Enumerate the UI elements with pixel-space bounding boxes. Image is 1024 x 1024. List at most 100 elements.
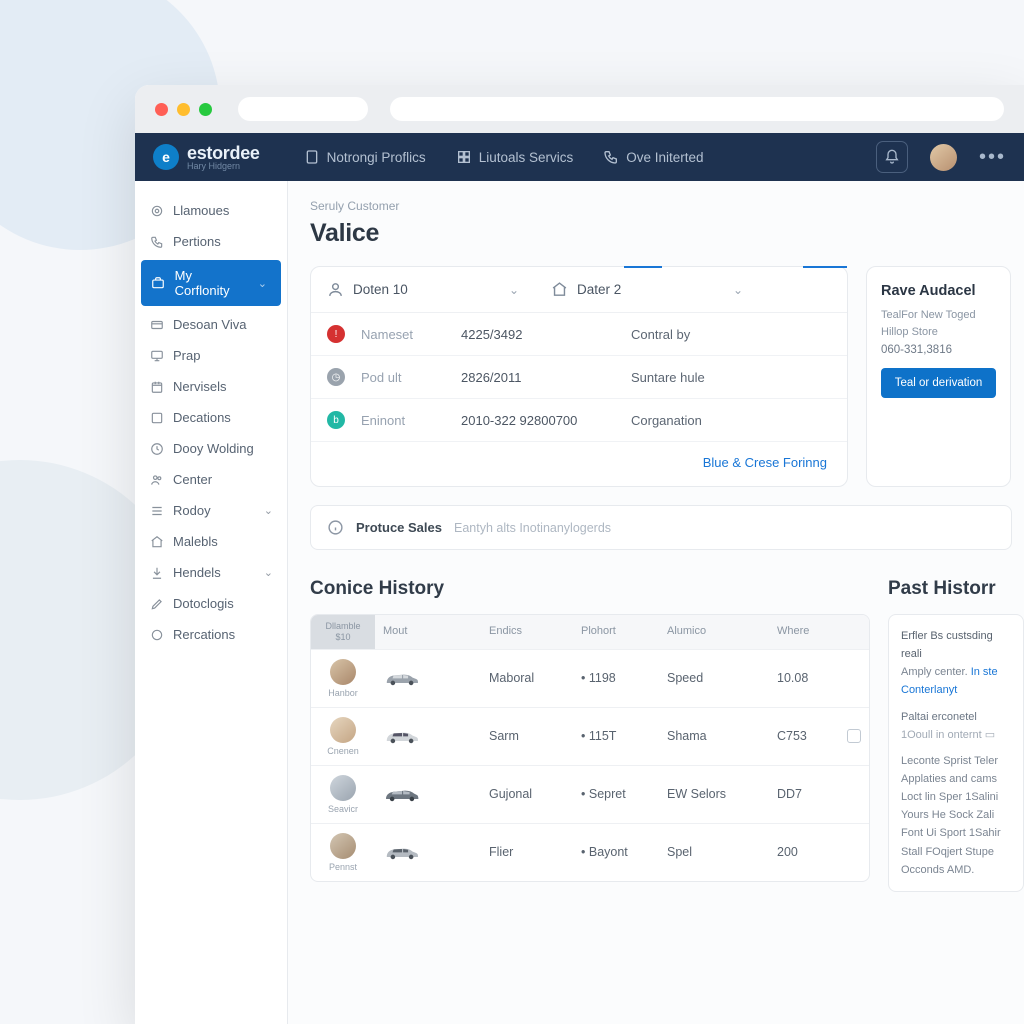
cell: 10.08 bbox=[769, 665, 839, 691]
detail-label: Eninont bbox=[361, 413, 461, 428]
person-icon bbox=[327, 281, 344, 298]
avatar-icon bbox=[330, 717, 356, 743]
chevron-down-icon: ⌄ bbox=[258, 277, 267, 290]
page-title: Valice bbox=[310, 219, 1024, 248]
tab-indicator bbox=[624, 266, 662, 268]
detail-footer: Blue & Crese Forinng bbox=[311, 442, 847, 486]
sidebar-item-decations[interactable]: Decations bbox=[135, 402, 287, 433]
past-link[interactable]: Conterlanyt bbox=[901, 684, 957, 696]
notifications-button[interactable] bbox=[876, 141, 908, 173]
detail-value: 2010-322 92800700 bbox=[461, 413, 631, 428]
tab-label: Doten 10 bbox=[353, 282, 408, 297]
brand[interactable]: e estordee Hary Hidgern bbox=[153, 143, 260, 171]
close-dot[interactable] bbox=[155, 103, 168, 116]
table-header-cell[interactable]: Endics bbox=[481, 615, 573, 649]
bell-icon bbox=[884, 149, 900, 165]
row-name: Seavicr bbox=[328, 804, 358, 814]
status-dot-icon: ◷ bbox=[327, 368, 345, 386]
promo-cta-button[interactable]: Teal or derivation bbox=[881, 368, 996, 398]
past-panel: Erfler Bs custsding reali Amply center. … bbox=[888, 614, 1024, 892]
sidebar-label: Nervisels bbox=[173, 379, 226, 394]
circle-icon bbox=[149, 627, 164, 642]
nav-services[interactable]: Liutoals Servics bbox=[456, 149, 574, 165]
past-link[interactable]: In ste bbox=[971, 666, 998, 678]
window-titlebar bbox=[135, 85, 1024, 133]
table-header: Dllamble$10 Mout Endics Plohort Alumico … bbox=[311, 615, 869, 649]
briefcase-icon bbox=[151, 276, 166, 291]
table-header-cell[interactable]: Alumico bbox=[659, 615, 769, 649]
info-icon bbox=[327, 519, 344, 536]
sidebar-item-malebls[interactable]: Malebls bbox=[135, 526, 287, 557]
nav-profiles[interactable]: Notrongi Proflics bbox=[304, 149, 426, 165]
sidebar-label: Hendels bbox=[173, 565, 221, 580]
past-line: Erfler Bs custsding reali bbox=[901, 627, 1011, 663]
calendar-icon bbox=[149, 379, 164, 394]
banner[interactable]: Protuce Sales Eantyh alts Inotinanyloger… bbox=[310, 505, 1012, 550]
more-menu[interactable]: ••• bbox=[979, 146, 1006, 169]
sidebar-item-dotoclogis[interactable]: Dotoclogis bbox=[135, 588, 287, 619]
table-header-cell[interactable]: Where bbox=[769, 615, 839, 649]
past-title: Past Historr bbox=[888, 578, 1024, 600]
cell: Sarm bbox=[481, 723, 573, 749]
list-icon bbox=[149, 503, 164, 518]
sidebar-label: Center bbox=[173, 472, 212, 487]
sidebar-item-llamoues[interactable]: Llamoues bbox=[135, 195, 287, 226]
tag-icon bbox=[149, 534, 164, 549]
table-row[interactable]: Pennst Flier • Bayont Spel 200 bbox=[311, 823, 869, 881]
avatar-icon bbox=[330, 659, 356, 685]
detail-footer-link[interactable]: Blue & Crese Forinng bbox=[703, 455, 827, 470]
row-name: Pennst bbox=[329, 862, 357, 872]
tab-label: Dater 2 bbox=[577, 282, 621, 297]
sidebar-item-rercations[interactable]: Rercations bbox=[135, 619, 287, 650]
status-dot-icon: b bbox=[327, 411, 345, 429]
url-field-short[interactable] bbox=[238, 97, 368, 121]
card-icon bbox=[149, 317, 164, 332]
users-icon bbox=[149, 472, 164, 487]
traffic-lights[interactable] bbox=[155, 103, 212, 116]
promo-title: Rave Audacel bbox=[881, 283, 996, 299]
avatar[interactable] bbox=[930, 144, 957, 171]
table-row[interactable]: Hanbor Maboral • 1198 Speed 10.08 bbox=[311, 649, 869, 707]
banner-label: Protuce Sales bbox=[356, 520, 442, 535]
checkbox[interactable] bbox=[847, 729, 861, 743]
sidebar-item-nervisels[interactable]: Nervisels bbox=[135, 371, 287, 402]
tab-dater2[interactable]: Dater 2 ⌄ bbox=[535, 267, 759, 312]
cell: C753 bbox=[769, 723, 839, 749]
detail-value: 2826/2011 bbox=[461, 370, 631, 385]
table-header-cell[interactable]: Plohort bbox=[573, 615, 659, 649]
app-window: e estordee Hary Hidgern Notrongi Proflic… bbox=[135, 85, 1024, 1024]
url-field[interactable] bbox=[390, 97, 1004, 121]
chevron-down-icon: ⌄ bbox=[264, 504, 273, 517]
cell: • 115T bbox=[573, 723, 659, 749]
zoom-dot[interactable] bbox=[199, 103, 212, 116]
sidebar-item-hendels[interactable]: Hendels⌄ bbox=[135, 557, 287, 588]
sidebar-item-dooy-wolding[interactable]: Dooy Wolding bbox=[135, 433, 287, 464]
banner-desc: Eantyh alts Inotinanylogerds bbox=[454, 521, 611, 535]
table-row[interactable]: Seavicr Gujonal • Sepret EW Selors DD7 bbox=[311, 765, 869, 823]
brand-logo-icon: e bbox=[153, 144, 179, 170]
promo-card: Rave Audacel TealFor New Toged Hillop St… bbox=[866, 266, 1011, 487]
sidebar-item-desoan[interactable]: Desoan Viva bbox=[135, 309, 287, 340]
detail-value2: Contral by bbox=[631, 327, 690, 342]
table-row[interactable]: Cnenen Sarm • 115T Shama C753 bbox=[311, 707, 869, 765]
table-header-cell[interactable]: Mout bbox=[375, 615, 481, 649]
sidebar-item-center[interactable]: Center bbox=[135, 464, 287, 495]
topnav: e estordee Hary Hidgern Notrongi Proflic… bbox=[135, 133, 1024, 181]
brand-name: estordee bbox=[187, 143, 260, 163]
sidebar-item-rodoy[interactable]: Rodoy ⌄ bbox=[135, 495, 287, 526]
sidebar-item-my-corflonity[interactable]: My Corflonity⌄ bbox=[141, 260, 281, 306]
nav-label: Ove Initerted bbox=[626, 150, 703, 165]
tab-doten10[interactable]: Doten 10 ⌄ bbox=[311, 267, 535, 312]
sidebar-label: Malebls bbox=[173, 534, 218, 549]
download-icon bbox=[149, 565, 164, 580]
breadcrumb: Seruly Customer bbox=[310, 199, 1024, 213]
target-icon bbox=[149, 203, 164, 218]
sidebar-label: Dooy Wolding bbox=[173, 441, 254, 456]
minimize-dot[interactable] bbox=[177, 103, 190, 116]
sidebar-label: Llamoues bbox=[173, 203, 229, 218]
nav-interested[interactable]: Ove Initerted bbox=[603, 149, 703, 165]
sidebar-item-pertions[interactable]: Pertions bbox=[135, 226, 287, 257]
cell: Spel bbox=[659, 839, 769, 865]
sidebar-item-prap[interactable]: Prap bbox=[135, 340, 287, 371]
sidebar-label: Rodoy bbox=[173, 503, 211, 518]
